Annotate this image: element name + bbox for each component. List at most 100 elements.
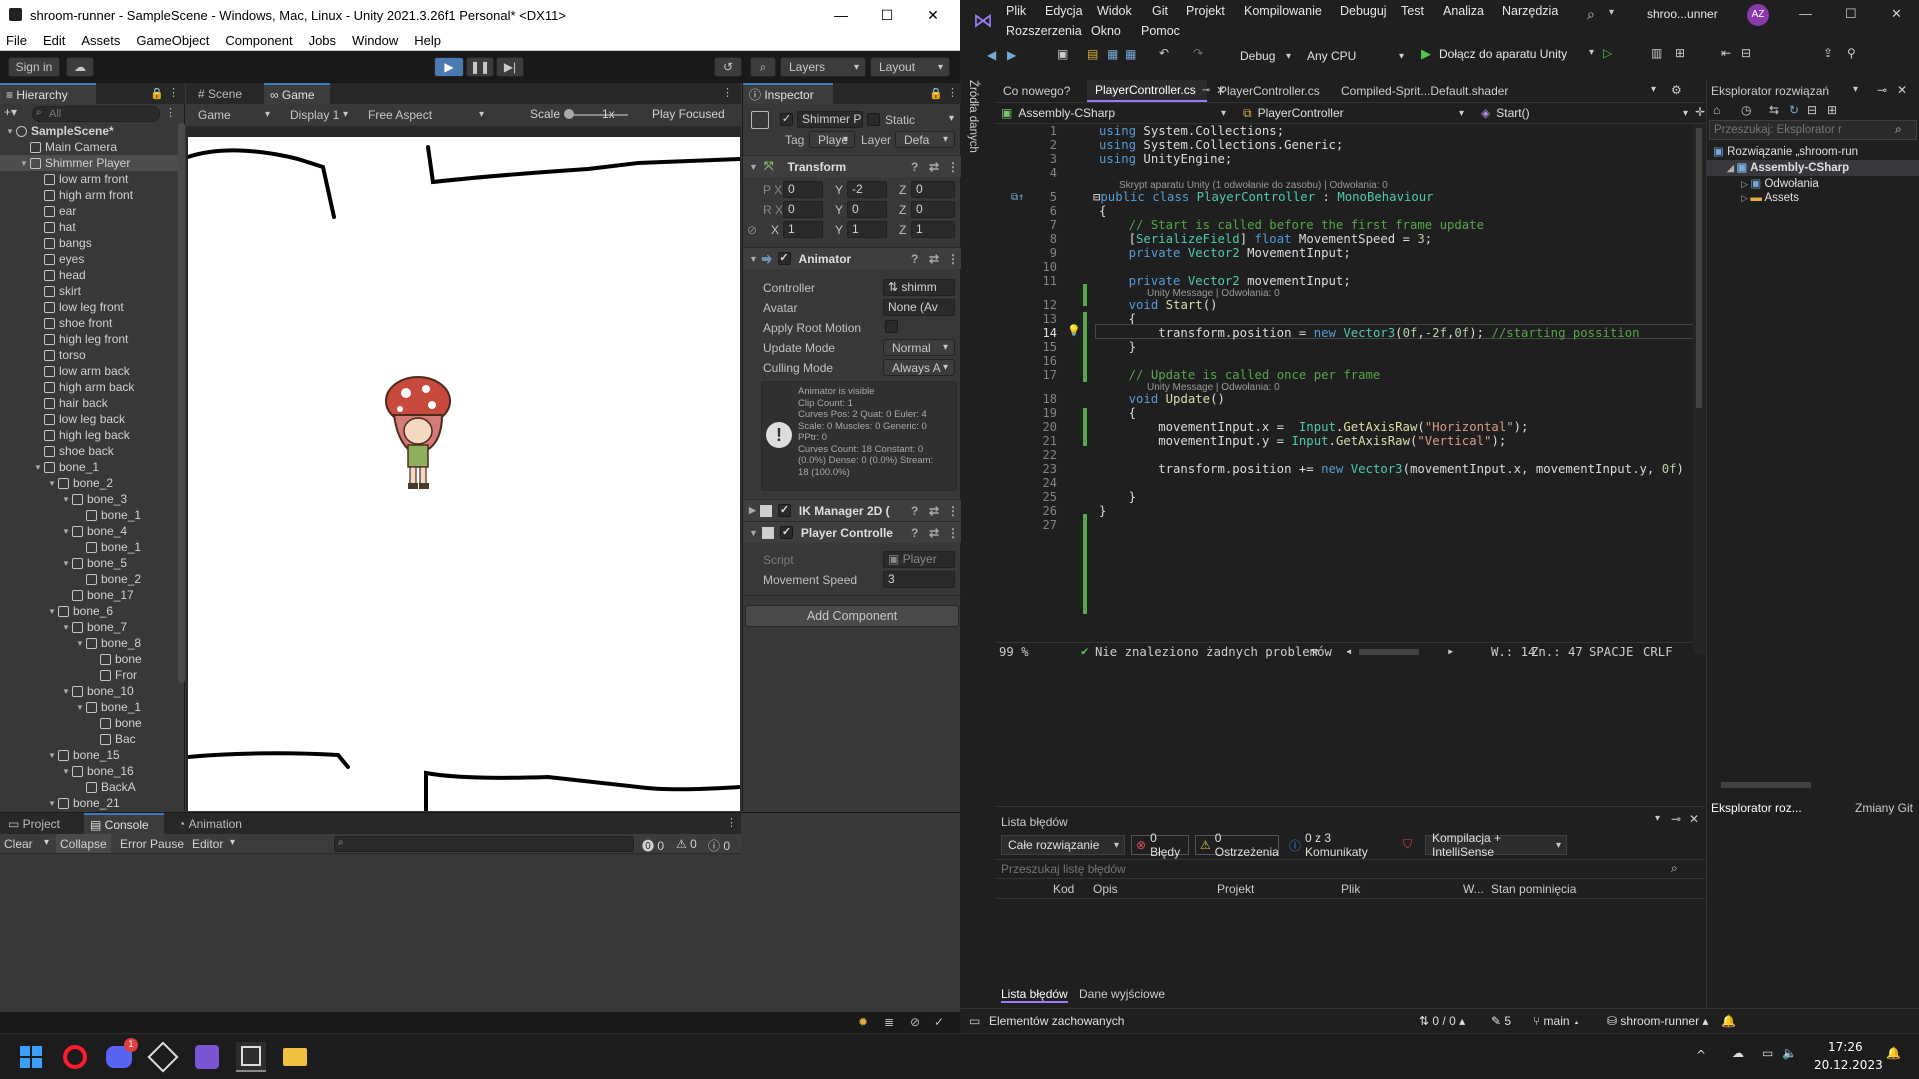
more-icon[interactable]: ⋮ (722, 86, 733, 99)
expand-arrow-icon[interactable]: ▼ (76, 703, 86, 712)
maximize-icon[interactable]: ☐ (864, 0, 910, 30)
platform-dropdown[interactable]: Any CPU (1301, 46, 1409, 66)
hierarchy-item[interactable]: low leg back (0, 411, 178, 427)
static-dropdown-arrow[interactable]: ▾ (949, 113, 954, 124)
avatar[interactable]: AZ (1747, 4, 1769, 26)
search-icon[interactable]: ⌕ (1671, 861, 1678, 876)
cloud-icon[interactable]: ☁ (66, 57, 94, 77)
scroll-left-icon[interactable]: ◂ (1345, 644, 1352, 658)
position-z-field[interactable]: 0 (911, 181, 955, 198)
menu-test[interactable]: Test (1401, 4, 1424, 18)
solution-search-input[interactable] (1709, 120, 1917, 140)
avatar-field[interactable]: None (Av (883, 299, 955, 316)
layout-dropdown[interactable]: Layout (870, 57, 950, 77)
scale-slider[interactable] (568, 114, 628, 116)
pin-icon[interactable]: ⊸ (1877, 83, 1887, 97)
tab-game[interactable]: ∞ Game (264, 83, 330, 104)
expand-arrow-icon[interactable]: ▼ (48, 479, 58, 488)
expand-arrow-icon[interactable]: ▼ (76, 639, 86, 648)
error-pause-button[interactable]: Error Pause (120, 837, 184, 851)
hierarchy-item[interactable]: head (0, 267, 178, 283)
error-scope-dropdown[interactable]: Całe rozwiązanie (1001, 835, 1125, 855)
menu-edycja[interactable]: Edycja (1045, 4, 1083, 18)
play-focused-dropdown[interactable]: Play Focused (652, 107, 725, 121)
error-search-input[interactable] (995, 859, 1705, 879)
solution-tree-item[interactable]: ▣ Rozwiązanie „shroom-run (1707, 144, 1919, 160)
spaces-indicator[interactable]: SPACJE (1589, 645, 1633, 659)
hierarchy-item[interactable]: bangs (0, 235, 178, 251)
menu-component[interactable]: Component (217, 33, 300, 48)
hierarchy-item[interactable]: eyes (0, 251, 178, 267)
file-explorer-icon[interactable] (280, 1042, 310, 1072)
controller-field[interactable]: ⇅ shimm (883, 279, 955, 296)
editor-vertical-scrollbar[interactable] (1693, 124, 1705, 654)
bug-icon[interactable]: ✹ (858, 1015, 868, 1029)
search-icon[interactable]: ⌕ (1587, 6, 1595, 23)
sync-icon[interactable]: ⇆ (1769, 103, 1779, 117)
preset-icon[interactable]: ⇄ (929, 504, 939, 518)
tab-shader[interactable]: Compiled-Sprit...Default.shader (1333, 80, 1523, 102)
tab-git-changes[interactable]: Zmiany Git (1855, 801, 1913, 815)
branch-selector[interactable]: ⑂ main ▴ (1533, 1014, 1580, 1028)
hierarchy-search-input[interactable] (32, 106, 160, 122)
solution-tree-item[interactable]: ▷ ▬ Assets (1707, 192, 1919, 208)
movement-speed-field[interactable]: 3 (883, 571, 955, 588)
warning-count-toggle[interactable]: ⚠ 0 (676, 837, 697, 851)
menu-jobs[interactable]: Jobs (301, 33, 344, 48)
expand-arrow-icon[interactable]: ▷ (1741, 179, 1750, 189)
back-icon[interactable]: ◀ (987, 48, 996, 62)
editor-dropdown[interactable]: Editor (192, 837, 223, 851)
active-checkbox[interactable]: ✓ (780, 113, 793, 126)
menu-debuguj[interactable]: Debuguj (1340, 4, 1387, 18)
update-mode-dropdown[interactable]: Normal (883, 339, 955, 356)
display-dropdown[interactable]: Display 1 (282, 106, 354, 123)
expand-arrow-icon[interactable]: ▼ (34, 463, 44, 472)
ik-enabled-checkbox[interactable]: ✓ (777, 504, 791, 517)
more-icon[interactable]: ⋮ (165, 106, 176, 119)
preset-icon[interactable]: ⇄ (929, 252, 939, 266)
expand-arrow-icon[interactable]: ▼ (62, 495, 72, 504)
refresh-icon[interactable]: ↻ (1789, 103, 1799, 117)
link-icon[interactable]: ⊘ (747, 223, 757, 237)
hierarchy-item[interactable]: BackA (0, 779, 178, 795)
tab-whats-new[interactable]: Co nowego? (995, 80, 1085, 102)
volume-icon[interactable]: 🔈 (1782, 1046, 1797, 1060)
expand-arrow-icon[interactable]: ▼ (62, 623, 72, 632)
hierarchy-item[interactable]: high arm front (0, 187, 178, 203)
clear-dropdown-arrow[interactable]: ▾ (44, 837, 49, 848)
pending-changes[interactable]: ✎ 5 (1491, 1014, 1511, 1028)
history-icon[interactable]: ◷ (1741, 103, 1751, 117)
hierarchy-item[interactable]: ▼ bone_8 (0, 635, 178, 651)
unity-hub-icon[interactable] (147, 1041, 179, 1073)
hierarchy-item[interactable]: ▼ SampleScene* (0, 123, 178, 139)
horizontal-scrollbar[interactable] (1359, 649, 1419, 655)
expand-arrow-icon[interactable]: ▼ (20, 159, 30, 168)
hierarchy-item[interactable]: ▼ bone_1 (0, 699, 178, 715)
hierarchy-item[interactable]: bone (0, 651, 178, 667)
expand-arrow-icon[interactable]: ▼ (62, 559, 72, 568)
onedrive-icon[interactable]: ☁ (1732, 1046, 1744, 1060)
data-sources-tab[interactable]: Źródła danych (967, 80, 979, 153)
toolbar-icon[interactable]: ⊞ (1675, 46, 1685, 60)
menu-kompilowanie[interactable]: Kompilowanie (1244, 4, 1322, 18)
search-icon[interactable]: ⌕ (1895, 122, 1902, 137)
tab-output[interactable]: Dane wyjściowe (1079, 987, 1165, 1001)
more-icon[interactable]: ⋮ (947, 86, 958, 99)
hierarchy-item[interactable]: hat (0, 219, 178, 235)
menu-analiza[interactable]: Analiza (1443, 4, 1484, 18)
step-button[interactable]: ▶| (496, 57, 524, 77)
maximize-icon[interactable]: ☐ (1845, 6, 1857, 22)
scroll-right-icon[interactable]: ▸ (1447, 644, 1454, 658)
expand-arrow-icon[interactable]: ▷ (1741, 193, 1750, 203)
start-debugging-icon[interactable]: ▶ (1421, 46, 1431, 62)
minimize-icon[interactable]: — (1799, 6, 1812, 21)
menu-plik[interactable]: Plik (1006, 4, 1026, 18)
warnings-filter-button[interactable]: ⚠ 0 Ostrzeżenia (1195, 831, 1279, 859)
toolbar-icon[interactable]: ⊟ (1741, 46, 1751, 60)
close-icon[interactable]: ✕ (1891, 6, 1902, 22)
hierarchy-item[interactable]: torso (0, 347, 178, 363)
column-projekt[interactable]: Projekt (1217, 882, 1254, 896)
expand-arrow-icon[interactable]: ▼ (48, 799, 58, 808)
hierarchy-item[interactable]: high arm back (0, 379, 178, 395)
pin-icon[interactable]: ⊸ (1202, 85, 1210, 96)
